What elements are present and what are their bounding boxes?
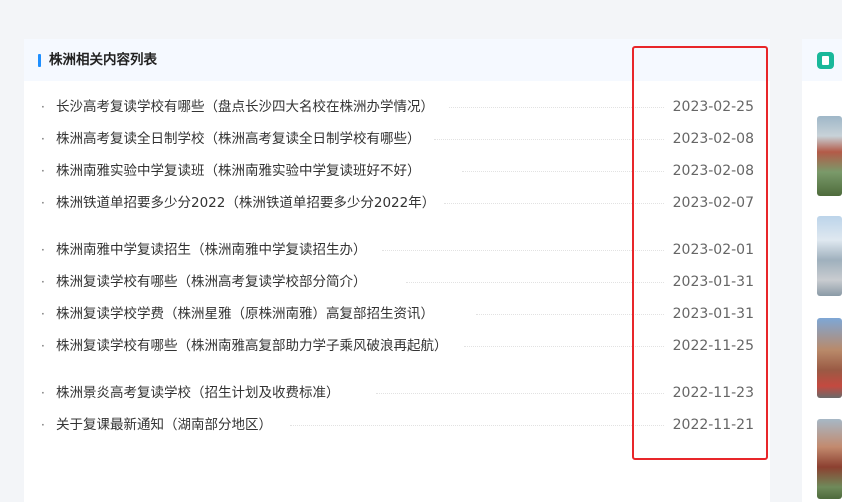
side-panel-header	[802, 39, 842, 81]
article-title-link[interactable]: 株洲高考复读全日制学校（株洲高考复读全日制学校有哪些）	[56, 129, 421, 149]
article-title-link[interactable]: 关于复课最新通知（湖南部分地区）	[56, 415, 272, 435]
dotted-leader	[406, 282, 664, 283]
article-title-link[interactable]: 株洲南雅实验中学复读班（株洲南雅实验中学复读班好不好）	[56, 161, 421, 181]
bullet-dot: ·	[41, 243, 45, 257]
bullet-dot: ·	[41, 164, 45, 178]
article-title-link[interactable]: 株洲复读学校有哪些（株洲南雅高复部助力学子乘风破浪再起航）	[56, 336, 448, 356]
side-thumbnail[interactable]	[817, 216, 842, 296]
side-thumbnail[interactable]	[817, 318, 842, 398]
side-panel	[802, 39, 842, 502]
bullet-dot: ·	[41, 418, 45, 432]
article-title-link[interactable]: 株洲铁道单招要多少分2022（株洲铁道单招要多少分2022年）	[56, 193, 435, 213]
bullet-dot: ·	[41, 100, 45, 114]
article-title-link[interactable]: 长沙高考复读学校有哪些（盘点长沙四大名校在株洲办学情况）	[56, 97, 434, 117]
dotted-leader	[434, 139, 664, 140]
dotted-leader	[290, 425, 664, 426]
side-thumbnail[interactable]	[817, 419, 842, 499]
date-column-highlight	[632, 46, 768, 460]
dotted-leader	[444, 203, 664, 204]
dotted-leader	[376, 393, 664, 394]
article-title-link[interactable]: 株洲复读学校学费（株洲星雅（原株洲南雅）高复部招生资讯）	[56, 304, 434, 324]
document-icon	[817, 52, 834, 69]
bullet-dot: ·	[41, 307, 45, 321]
side-thumbnail[interactable]	[817, 116, 842, 196]
article-title-link[interactable]: 株洲南雅中学复读招生（株洲南雅中学复读招生办）	[56, 240, 367, 260]
article-title-link[interactable]: 株洲景炎高考复读学校（招生计划及收费标准）	[56, 383, 340, 403]
bullet-dot: ·	[41, 196, 45, 210]
bullet-dot: ·	[41, 386, 45, 400]
bullet-dot: ·	[41, 132, 45, 146]
article-title-link[interactable]: 株洲复读学校有哪些（株洲高考复读学校部分简介）	[56, 272, 367, 292]
bullet-dot: ·	[41, 275, 45, 289]
bullet-dot: ·	[41, 339, 45, 353]
dotted-leader	[382, 250, 664, 251]
